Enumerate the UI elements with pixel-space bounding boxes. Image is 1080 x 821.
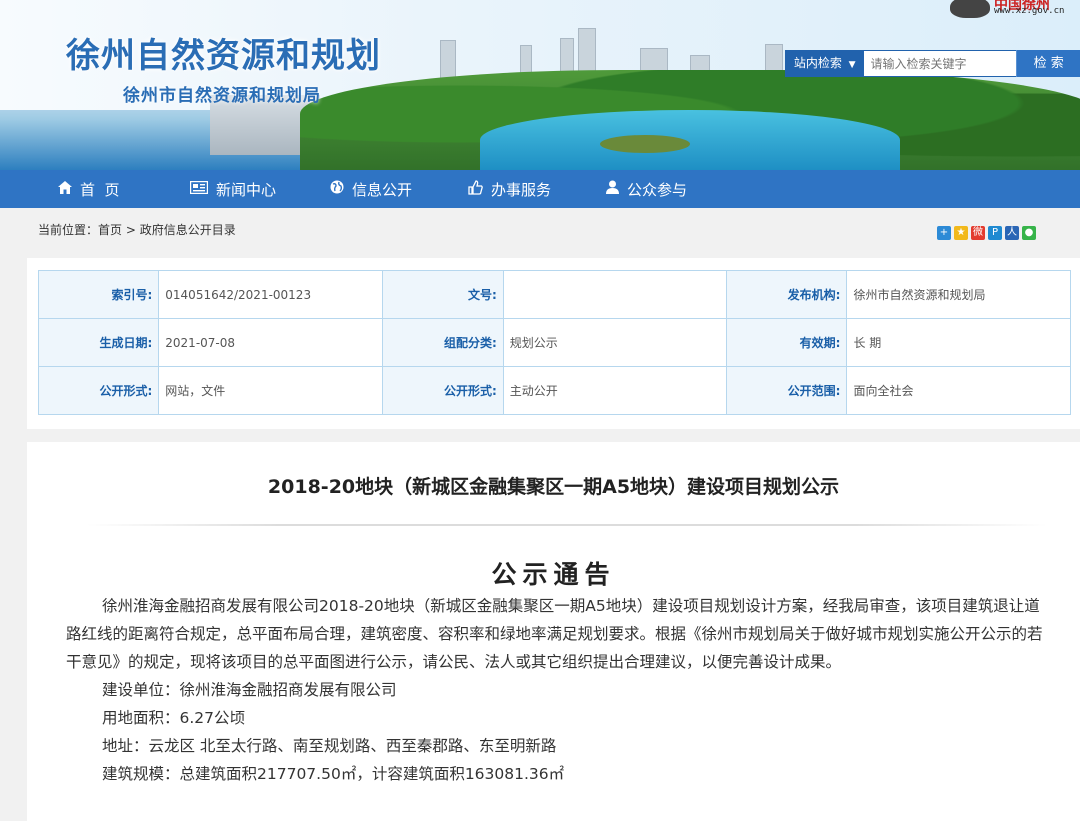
breadcrumb-home-link[interactable]: 首页 [98,223,122,237]
search-scope-select[interactable]: 站内检索 ▼ [785,50,865,77]
document-meta-panel: 索引号: 014051642/2021-00123 文号: 发布机构: 徐州市自… [27,258,1080,429]
site-subtitle: 徐州市自然资源和规划局 [123,86,321,106]
nav-item-label: 新闻中心 [216,180,277,199]
meta-label: 公开范围: [726,366,848,415]
nav-item-label: 办事服务 [491,180,552,199]
nav-item-home[interactable]: 首 页 [58,170,168,208]
banner-lake [480,110,900,170]
breadcrumb-separator: > [122,223,140,237]
nav-item-services[interactable]: 办事服务 [468,170,588,208]
meta-value: 2021-07-08 [158,318,384,367]
meta-value: 主动公开 [502,366,728,415]
site-search: 站内检索 ▼ 检 索 [785,50,1080,77]
detail-line: 建设单位：徐州淮海金融招商发展有限公司 [102,681,397,699]
share-renren-icon[interactable]: 人 [1005,226,1019,240]
nav-item-label: 公众参与 [627,180,688,199]
header-banner: 徐州自然资源和规划 徐州市自然资源和规划局 中国徐州 www.xz.gov.cn… [0,0,1080,170]
nav-item-label: 信息公开 [352,180,413,199]
globe-icon [330,180,344,198]
detail-line: 建筑规模：总建筑面积217707.50㎡，计容建筑面积163081.36㎡ [102,765,565,783]
share-tqq-icon[interactable]: P [988,226,1002,240]
main-nav: 首 页 新闻中心 信息公开 办事服务 公众参与 [0,170,1080,208]
meta-value [502,270,728,319]
meta-row: 公开形式: 网站，文件 公开形式: 主动公开 公开范围: 面向全社会 [37,366,1071,415]
site-title[interactable]: 徐州自然资源和规划 [66,28,381,77]
share-plus-icon[interactable]: + [937,226,951,240]
share-bar: + ★ 微 P 人 ● [937,226,1036,240]
china-xuzhou-logo[interactable]: 中国徐州 www.xz.gov.cn [950,0,1080,20]
logo-url: www.xz.gov.cn [994,6,1065,16]
thumbs-up-icon [468,179,483,199]
search-input[interactable] [864,50,1017,77]
meta-value: 徐州市自然资源和规划局 [846,270,1071,319]
article-body: 徐州淮海金融招商发展有限公司2018-20地块（新城区金融集聚区一期A5地块）建… [66,592,1046,788]
search-scope-label: 站内检索 [793,56,842,70]
meta-label: 有效期: [726,318,848,367]
meta-label: 公开形式: [37,366,160,415]
home-icon [58,180,72,198]
article-panel: 2018-20地块（新城区金融集聚区一期A5地块）建设项目规划公示 公示通告 徐… [27,442,1080,821]
meta-value: 长 期 [846,318,1071,367]
meta-label: 公开形式: [382,366,504,415]
breadcrumb: 当前位置：首页 > 政府信息公开目录 [38,221,236,238]
detail-line: 用地面积：6.27公顷 [102,709,246,727]
meta-value: 面向全社会 [846,366,1071,415]
meta-label: 生成日期: [37,318,160,367]
newspaper-icon [189,180,209,198]
nav-item-info[interactable]: 信息公开 [330,170,450,208]
breadcrumb-current[interactable]: 政府信息公开目录 [140,223,236,237]
meta-value: 网站，文件 [158,366,384,415]
notice-heading: 公示通告 [491,560,616,589]
breadcrumb-prefix: 当前位置： [38,223,99,237]
meta-label: 发布机构: [726,270,848,319]
chevron-down-icon: ▼ [848,60,856,70]
meta-label: 索引号: [37,270,160,319]
nav-item-participation[interactable]: 公众参与 [606,170,726,208]
share-wechat-icon[interactable]: ● [1022,226,1036,240]
meta-row: 索引号: 014051642/2021-00123 文号: 发布机构: 徐州市自… [37,270,1071,319]
meta-value: 规划公示 [502,318,728,367]
logo-mark-icon [950,0,990,18]
meta-row: 生成日期: 2021-07-08 组配分类: 规划公示 有效期: 长 期 [37,318,1071,367]
title-divider [87,524,1047,526]
detail-line: 地址：云龙区 北至太行路、南至规划路、西至秦郡路、东至明新路 [102,737,557,755]
banner-island [600,135,690,153]
document-meta-table: 索引号: 014051642/2021-00123 文号: 发布机构: 徐州市自… [37,270,1071,415]
meta-value: 014051642/2021-00123 [158,270,384,319]
meta-label: 文号: [382,270,504,319]
article-paragraph: 徐州淮海金融招商发展有限公司2018-20地块（新城区金融集聚区一期A5地块）建… [66,597,1043,671]
share-weibo-icon[interactable]: 微 [971,226,985,240]
meta-label: 组配分类: [382,318,504,367]
nav-item-label: 首 页 [80,180,120,199]
user-icon [606,180,619,198]
search-button[interactable]: 检 索 [1016,50,1080,77]
share-qzone-icon[interactable]: ★ [954,226,968,240]
article-title: 2018-20地块（新城区金融集聚区一期A5地块）建设项目规划公示 [267,476,840,498]
nav-item-news[interactable]: 新闻中心 [189,170,310,208]
